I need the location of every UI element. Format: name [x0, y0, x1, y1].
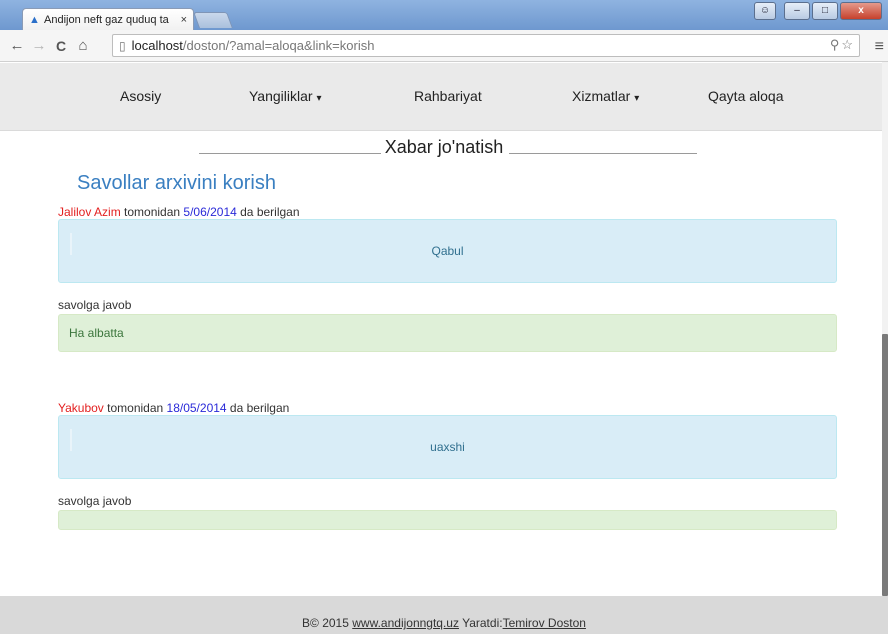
question-text: uaxshi	[430, 440, 465, 454]
answer-label: savolga javob	[58, 298, 132, 312]
suffix-text: da berilgan	[236, 205, 300, 219]
page-heading: Xabar jo'natish	[0, 137, 888, 158]
suffix-text: da berilgan	[226, 401, 290, 415]
nav-item-label: Yangiliklar	[249, 88, 313, 104]
home-icon[interactable]: ⌂	[72, 37, 94, 54]
author-name: Jalilov Azim	[58, 205, 121, 219]
nav-item-label: Rahbariyat	[414, 88, 482, 104]
answer-label: savolga javob	[58, 494, 132, 508]
caret-down-icon: ▾	[634, 93, 640, 104]
reload-icon[interactable]: C	[50, 38, 72, 54]
nav-item-rahbariyat[interactable]: Rahbariyat	[414, 88, 482, 104]
footer-copyright: B© 2015	[302, 616, 353, 630]
answer-box	[58, 510, 837, 530]
page-scrollbar-thumb[interactable]	[882, 334, 888, 596]
browser-tab[interactable]: ▲ Andijon neft gaz quduq ta ×	[22, 8, 194, 30]
quote-bar	[70, 429, 72, 451]
by-text: tomonidan	[103, 401, 167, 415]
question-box: Qabul	[58, 219, 837, 283]
forward-arrow-icon[interactable]: →	[28, 37, 50, 54]
browser-menu-icon[interactable]: ≡	[875, 38, 884, 56]
question-box: uaxshi	[58, 415, 837, 479]
address-bar[interactable]: ▯ localhost/doston/?amal=aloqa&link=kori…	[112, 34, 860, 57]
by-text: tomonidan	[120, 205, 184, 219]
quote-bar	[70, 233, 72, 255]
caret-down-icon: ▾	[316, 93, 322, 104]
oil-drop-icon: ▲	[29, 13, 40, 26]
archive-title-link[interactable]: Savollar arxivini korish	[77, 172, 276, 195]
author-name: Yakubov	[58, 401, 104, 415]
nav-item-xizmatlar[interactable]: Xizmatlar ▾	[572, 88, 639, 104]
zoom-icon[interactable]: ⚲	[830, 37, 842, 52]
tab-title: Andijon neft gaz quduq ta	[44, 13, 169, 26]
nav-item-label: Xizmatlar	[572, 88, 631, 104]
url-host: localhost	[131, 38, 183, 53]
minimize-button[interactable]: –	[784, 2, 810, 20]
page-icon: ▯	[119, 38, 126, 53]
browser-toolbar: ← → C ⌂ ▯ localhost/doston/?amal=aloqa&l…	[0, 30, 888, 62]
page-heading-text: Xabar jo'natish	[382, 137, 506, 157]
nav-item-qayta-aloqa[interactable]: Qayta aloqa	[708, 88, 784, 104]
page-footer: B© 2015 www.andijonngtq.uz Yaratdi:Temir…	[0, 596, 888, 634]
nav-item-asosiy[interactable]: Asosiy	[120, 88, 161, 104]
question-text: Qabul	[431, 244, 464, 258]
question-meta: Yakubov tomonidan 18/05/2014 da berilgan	[58, 401, 289, 415]
maximize-button[interactable]: □	[812, 2, 838, 20]
site-navbar: Asosiy Yangiliklar ▾ Rahbariyat Xizmatla…	[0, 63, 888, 131]
question-meta: Jalilov Azim tomonidan 5/06/2014 da beri…	[58, 205, 300, 219]
user-profile-icon[interactable]: ☺	[754, 2, 776, 20]
back-arrow-icon[interactable]: ←	[6, 37, 28, 54]
window-controls: ☺ – □ x	[754, 2, 882, 20]
browser-titlebar: ▲ Andijon neft gaz quduq ta × ☺ – □ x	[0, 0, 888, 30]
question-date: 18/05/2014	[166, 401, 227, 415]
url-path: /doston/?amal=aloqa&link=korish	[182, 38, 375, 53]
footer-site-link[interactable]: www.andijonngtq.uz	[352, 616, 459, 630]
bookmark-star-icon[interactable]: ☆	[841, 37, 855, 52]
new-tab-button[interactable]	[193, 12, 233, 28]
answer-box: Ha albatta	[58, 314, 837, 352]
close-window-button[interactable]: x	[840, 2, 882, 20]
tab-close-icon[interactable]: ×	[181, 14, 187, 26]
footer-created-by: Yaratdi:	[458, 616, 503, 630]
omnibox-actions: ⚲☆	[830, 37, 855, 53]
nav-item-yangiliklar[interactable]: Yangiliklar ▾	[249, 88, 321, 104]
question-date: 5/06/2014	[183, 205, 237, 219]
footer-author-link[interactable]: Temirov Doston	[503, 616, 586, 630]
nav-item-label: Qayta aloqa	[708, 88, 784, 104]
answer-text: Ha albatta	[69, 326, 124, 340]
nav-item-label: Asosiy	[120, 88, 162, 104]
